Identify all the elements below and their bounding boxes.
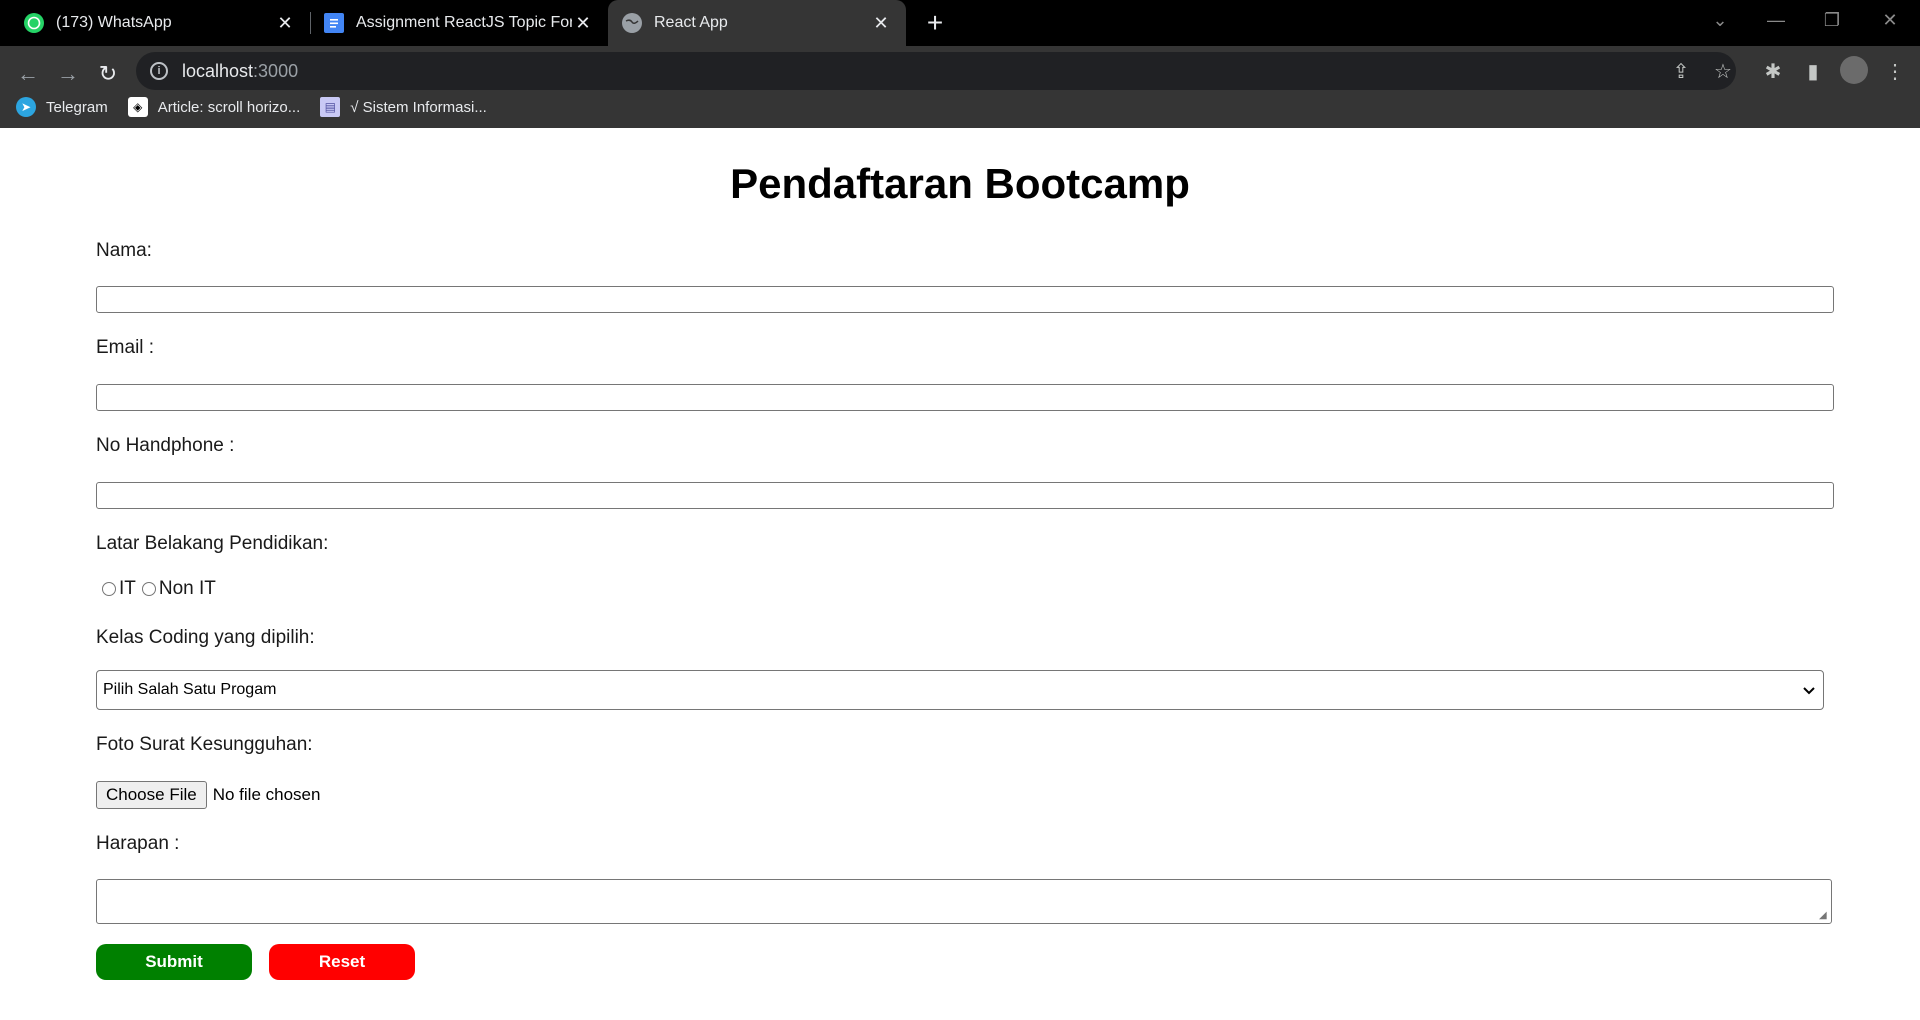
bookmark-sistem[interactable]: ▤ √ Sistem Informasi... [320, 97, 487, 117]
address-host: localhost [182, 60, 254, 81]
kelas-select[interactable]: Pilih Salah Satu Progam [96, 670, 1824, 710]
radio-non-it[interactable] [141, 582, 156, 596]
close-tab-icon[interactable]: ✕ [274, 12, 296, 34]
harapan-textarea[interactable]: ◢ [96, 879, 1832, 924]
bookmark-label: √ Sistem Informasi... [350, 98, 487, 116]
bookmark-label: Telegram [46, 98, 108, 116]
close-window-icon[interactable]: ✕ [1862, 0, 1918, 40]
tab-assignment[interactable]: Assignment ReactJS Topic Form - ✕ [310, 0, 608, 46]
kelas-label: Kelas Coding yang dipilih: [96, 627, 315, 648]
restore-icon[interactable]: ❐ [1804, 0, 1860, 40]
radio-non-it-label: Non IT [158, 578, 216, 599]
menu-icon[interactable]: ⋮ [1882, 58, 1908, 84]
page-title: Pendaftaran Bootcamp [730, 160, 1190, 207]
close-tab-icon[interactable]: ✕ [870, 12, 892, 34]
tab-strip: (173) WhatsApp ✕ Assignment ReactJS Topi… [0, 0, 1920, 46]
side-panel-icon[interactable]: ▮ [1800, 58, 1826, 84]
address-bar[interactable]: i localhost:3000 [136, 52, 1736, 90]
globe-icon [622, 13, 642, 33]
chevron-down-icon [1803, 682, 1815, 698]
info-icon[interactable]: i [150, 62, 168, 80]
hp-input[interactable] [96, 482, 1834, 509]
bookmark-telegram[interactable]: ➤ Telegram [16, 97, 108, 117]
page-content: Pendaftaran Bootcamp Nama: Email : No Ha… [0, 128, 1920, 1020]
harapan-label: Harapan : [96, 833, 180, 854]
docs-icon [324, 13, 344, 33]
telegram-icon: ➤ [16, 97, 36, 117]
file-status: No file chosen [212, 785, 321, 804]
address-port: :3000 [253, 60, 299, 81]
email-input[interactable] [96, 384, 1834, 411]
reset-button[interactable]: Reset [269, 944, 415, 980]
tab-whatsapp[interactable]: (173) WhatsApp ✕ [10, 0, 310, 46]
forward-icon[interactable]: → [52, 58, 84, 90]
page-icon: ▤ [320, 97, 341, 117]
foto-label: Foto Surat Kesungguhan: [96, 734, 313, 755]
nama-input[interactable] [96, 286, 1834, 313]
whatsapp-icon [24, 13, 44, 33]
tab-title: (173) WhatsApp [56, 14, 172, 31]
tab-react-app[interactable]: React App ✕ [608, 0, 906, 46]
browser-toolbar: ← → ↻ i localhost:3000 ⇪ ☆ ✱ ▮ ⋮ ➤ Teleg… [0, 46, 1920, 128]
tab-title: Assignment ReactJS Topic Form - [356, 14, 572, 31]
codepen-icon: ◈ [127, 97, 148, 117]
submit-button[interactable]: Submit [96, 944, 252, 980]
hp-label: No Handphone : [96, 435, 235, 456]
new-tab-icon[interactable]: + [920, 7, 950, 38]
email-label: Email : [96, 337, 155, 358]
share-icon[interactable]: ⇪ [1668, 58, 1694, 84]
pendidikan-label: Latar Belakang Pendidikan: [96, 533, 329, 554]
bookmarks-bar: ➤ Telegram ◈ Article: scroll horizo... ▤… [16, 92, 507, 122]
radio-it[interactable] [102, 582, 116, 596]
bookmark-label: Article: scroll horizo... [157, 98, 301, 116]
pendidikan-radio-group: IT Non IT [96, 578, 216, 600]
nama-label: Nama: [96, 240, 152, 261]
resize-grip-icon[interactable]: ◢ [1819, 911, 1829, 921]
bookmark-article[interactable]: ◈ Article: scroll horizo... [127, 97, 301, 117]
bookmark-star-icon[interactable]: ☆ [1710, 58, 1736, 84]
extensions-icon[interactable]: ✱ [1760, 58, 1786, 84]
tab-search-icon[interactable]: ⌄ [1692, 0, 1748, 40]
avatar[interactable] [1840, 56, 1868, 84]
reload-icon[interactable]: ↻ [92, 58, 124, 90]
foto-file-input: Choose File No file chosen [96, 781, 320, 809]
back-icon[interactable]: ← [12, 58, 44, 90]
tab-title: React App [654, 14, 728, 31]
kelas-selected-value: Pilih Salah Satu Progam [103, 681, 277, 698]
radio-it-label: IT [119, 578, 136, 599]
choose-file-button[interactable]: Choose File [96, 781, 207, 809]
minimize-icon[interactable]: — [1748, 0, 1804, 40]
close-tab-icon[interactable]: ✕ [572, 12, 594, 34]
